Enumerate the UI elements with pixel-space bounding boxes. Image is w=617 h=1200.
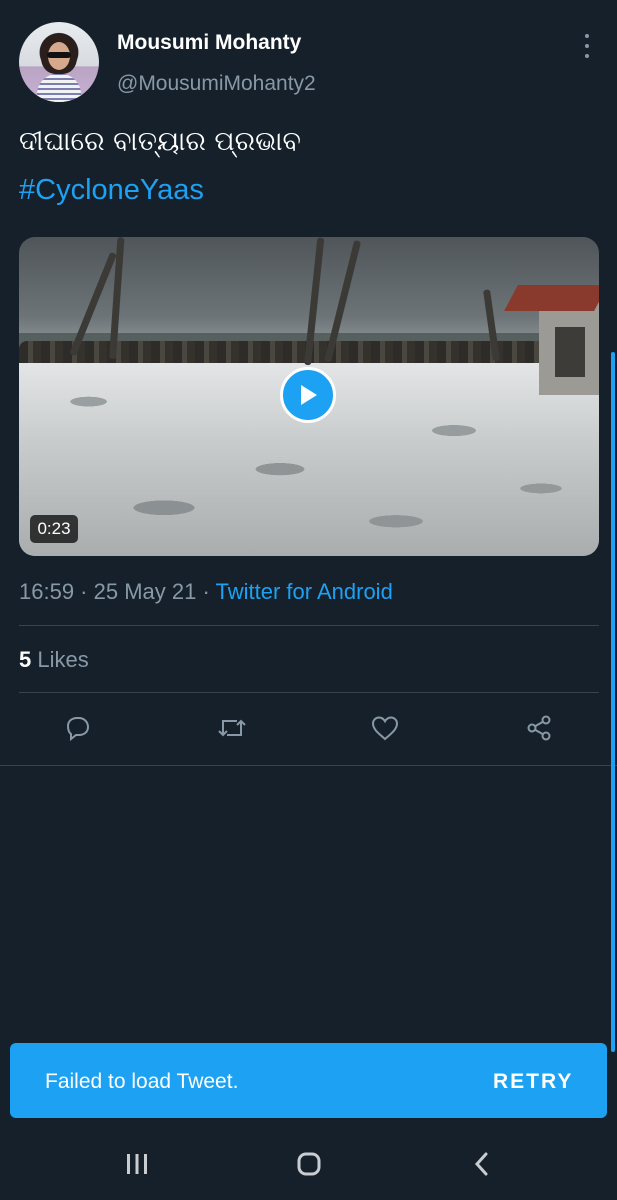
system-navigation-bar — [0, 1128, 617, 1200]
avatar[interactable] — [19, 22, 99, 102]
back-icon[interactable] — [462, 1146, 502, 1182]
divider — [19, 625, 599, 626]
timestamp: 16:59 · 25 May 21 — [19, 579, 197, 604]
likes-label: Likes — [31, 647, 89, 672]
author-name[interactable]: Mousumi Mohanty — [117, 31, 301, 55]
toast-message: Failed to load Tweet. — [45, 1070, 239, 1093]
tweet-text: ଦୀଘାରେ ବାତ୍ୟାର ପ୍ରଭାବ — [19, 126, 301, 157]
author-handle[interactable]: @MousumiMohanty2 — [117, 72, 316, 96]
reply-icon[interactable] — [57, 708, 97, 748]
share-icon[interactable] — [519, 708, 559, 748]
tweet-actions — [0, 708, 617, 750]
source-link[interactable]: Twitter for Android — [216, 579, 393, 604]
tweet-meta: 16:59 · 25 May 21 · Twitter for Android — [19, 579, 393, 605]
hashtag-link[interactable]: #CycloneYaas — [19, 174, 204, 207]
home-icon[interactable] — [289, 1146, 329, 1182]
likes-count: 5 — [19, 647, 32, 672]
retweet-icon[interactable] — [212, 708, 252, 748]
video-duration: 0:23 — [30, 515, 78, 543]
divider — [19, 692, 599, 693]
recent-apps-icon[interactable] — [117, 1146, 157, 1182]
likes-summary[interactable]: 5 Likes — [19, 647, 89, 673]
scrollbar[interactable] — [611, 352, 615, 1052]
meta-separator: · — [196, 579, 216, 604]
retry-button[interactable]: RETRY — [493, 1070, 573, 1094]
more-options-icon[interactable] — [580, 34, 594, 58]
divider — [0, 765, 617, 766]
error-toast: Failed to load Tweet. RETRY — [10, 1043, 607, 1118]
play-icon[interactable] — [280, 367, 336, 423]
like-icon[interactable] — [365, 708, 405, 748]
